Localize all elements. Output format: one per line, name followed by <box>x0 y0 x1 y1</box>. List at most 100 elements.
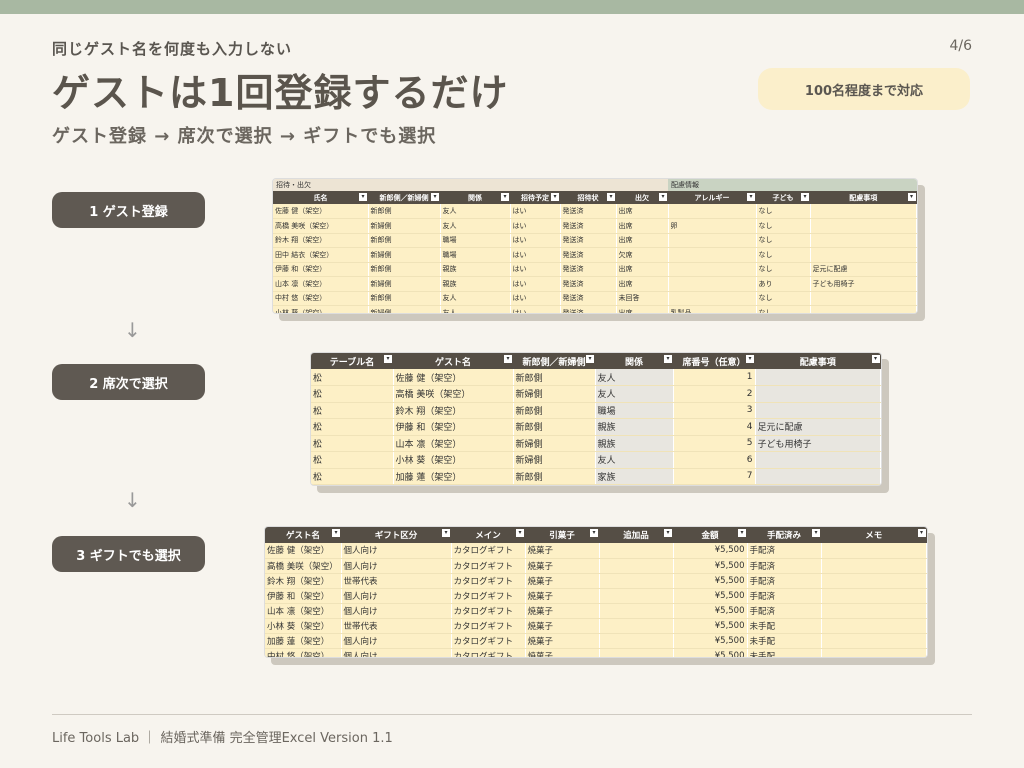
table-cell[interactable]: 6 <box>673 451 756 469</box>
table-cell[interactable]: 山本 凛（架空） <box>265 603 342 619</box>
table-cell[interactable]: 田中 結衣（架空） <box>273 247 369 263</box>
table-cell[interactable]: カタログギフト <box>451 588 526 604</box>
table-cell[interactable]: 1 <box>673 369 756 386</box>
table-cell[interactable]: 手配済 <box>747 588 822 604</box>
column-header[interactable]: 追加品 ▾ <box>599 527 673 543</box>
table-cell[interactable]: あり <box>756 276 811 292</box>
table-cell[interactable]: 親族 <box>595 435 674 452</box>
table-cell[interactable]: 親族 <box>595 418 674 436</box>
table-cell[interactable]: カタログギフト <box>451 618 526 634</box>
table-cell[interactable]: 個人向け <box>341 633 452 649</box>
table-cell[interactable]: 小林 葵（架空） <box>265 618 342 634</box>
table-cell[interactable] <box>821 648 927 657</box>
table-cell[interactable] <box>821 603 927 619</box>
table-cell[interactable] <box>599 573 674 589</box>
filter-dropdown-icon[interactable]: ▾ <box>384 355 392 363</box>
table-cell[interactable]: 親族 <box>440 262 511 277</box>
table-cell[interactable]: 新郎側 <box>513 369 596 386</box>
table-cell[interactable]: 手配済 <box>747 603 822 619</box>
table-cell[interactable]: なし <box>756 291 811 306</box>
filter-dropdown-icon[interactable]: ▾ <box>871 355 880 363</box>
table-cell[interactable] <box>755 468 881 485</box>
table-cell[interactable]: はい <box>510 204 561 219</box>
table-cell[interactable]: カタログギフト <box>451 633 526 649</box>
column-header[interactable]: メイン ▾ <box>451 527 525 543</box>
table-cell[interactable]: 佐藤 健（架空） <box>265 543 342 559</box>
filter-dropdown-icon[interactable]: ▾ <box>738 529 746 537</box>
table-cell[interactable]: 焼菓子 <box>525 648 600 657</box>
table-cell[interactable]: 焼菓子 <box>525 618 600 634</box>
table-cell[interactable]: ¥5,500 <box>673 618 748 634</box>
table-cell[interactable]: 出席 <box>616 305 669 313</box>
table-cell[interactable]: ¥5,500 <box>673 588 748 604</box>
table-cell[interactable]: はい <box>510 305 561 313</box>
table-cell[interactable]: 出席 <box>616 218 669 234</box>
table-cell[interactable]: 焼菓子 <box>525 543 600 559</box>
table-cell[interactable]: 新郎側 <box>368 291 441 306</box>
column-header[interactable]: 新郎側／新婦側 ▾ <box>513 353 595 369</box>
column-header[interactable]: メモ ▾ <box>821 527 927 543</box>
table-cell[interactable]: 未手配 <box>747 618 822 634</box>
column-header[interactable]: ゲスト名 ▾ <box>265 527 341 543</box>
table-cell[interactable]: 松 <box>311 451 394 469</box>
table-cell[interactable] <box>668 291 757 306</box>
table-cell[interactable]: 出席 <box>616 233 669 248</box>
table-cell[interactable]: 出席 <box>616 204 669 219</box>
table-cell[interactable] <box>821 573 927 589</box>
table-cell[interactable] <box>599 603 674 619</box>
table-cell[interactable]: 松 <box>311 468 394 485</box>
table-cell[interactable]: 新婦側 <box>513 451 596 469</box>
table-cell[interactable]: 発送済 <box>560 218 617 234</box>
table-cell[interactable]: なし <box>756 233 811 248</box>
table-cell[interactable]: 高橋 美咲（架空） <box>273 218 369 234</box>
filter-dropdown-icon[interactable]: ▾ <box>586 355 594 363</box>
table-cell[interactable]: はい <box>510 233 561 248</box>
table-cell[interactable] <box>821 633 927 649</box>
table-cell[interactable] <box>810 291 917 306</box>
filter-dropdown-icon[interactable]: ▾ <box>332 529 340 537</box>
table-cell[interactable]: 友人 <box>440 305 511 313</box>
table-cell[interactable]: なし <box>756 305 811 313</box>
column-header[interactable]: 席番号（任意） ▾ <box>673 353 755 369</box>
table-cell[interactable]: 高橋 美咲（架空） <box>393 385 514 403</box>
table-cell[interactable]: 個人向け <box>341 648 452 657</box>
table-cell[interactable]: 発送済 <box>560 276 617 292</box>
table-cell[interactable]: 伊藤 和（架空） <box>265 588 342 604</box>
table-cell[interactable] <box>668 276 757 292</box>
filter-dropdown-icon[interactable]: ▾ <box>747 193 755 201</box>
table-cell[interactable]: 松 <box>311 435 394 452</box>
table-cell[interactable] <box>599 588 674 604</box>
column-header[interactable]: 氏名 ▾ <box>273 191 368 204</box>
table-cell[interactable] <box>668 233 757 248</box>
filter-dropdown-icon[interactable]: ▾ <box>590 529 598 537</box>
table-cell[interactable]: 中村 悠（架空） <box>273 291 369 306</box>
column-header[interactable]: 関係 ▾ <box>595 353 673 369</box>
table-cell[interactable]: 足元に配慮 <box>755 418 881 436</box>
table-cell[interactable]: 山本 凛（架空） <box>273 276 369 292</box>
column-header[interactable]: 引菓子 ▾ <box>525 527 599 543</box>
table-cell[interactable]: カタログギフト <box>451 648 526 657</box>
column-header[interactable]: 配慮事項 ▾ <box>755 353 881 369</box>
table-cell[interactable]: 5 <box>673 435 756 452</box>
table-cell[interactable] <box>599 633 674 649</box>
table-cell[interactable]: 未手配 <box>747 648 822 657</box>
table-cell[interactable] <box>810 305 917 313</box>
table-cell[interactable] <box>810 218 917 234</box>
table-cell[interactable]: 新婦側 <box>368 276 441 292</box>
table-cell[interactable]: 7 <box>673 468 756 485</box>
table-cell[interactable]: 新婦側 <box>368 218 441 234</box>
table-cell[interactable]: 世帯代表 <box>341 618 452 634</box>
table-cell[interactable]: 山本 凛（架空） <box>393 435 514 452</box>
table-cell[interactable]: 3 <box>673 402 756 419</box>
filter-dropdown-icon[interactable]: ▾ <box>607 193 615 201</box>
table-cell[interactable]: 世帯代表 <box>341 573 452 589</box>
table-cell[interactable]: 卵 <box>668 218 757 234</box>
table-cell[interactable] <box>810 233 917 248</box>
table-cell[interactable] <box>821 558 927 574</box>
table-cell[interactable]: 鈴木 翔（架空） <box>273 233 369 248</box>
table-cell[interactable]: 家族 <box>595 468 674 485</box>
filter-dropdown-icon[interactable]: ▾ <box>917 529 926 537</box>
table-cell[interactable]: カタログギフト <box>451 573 526 589</box>
column-header[interactable]: 関係 ▾ <box>440 191 510 204</box>
table-cell[interactable]: 新郎側 <box>368 262 441 277</box>
